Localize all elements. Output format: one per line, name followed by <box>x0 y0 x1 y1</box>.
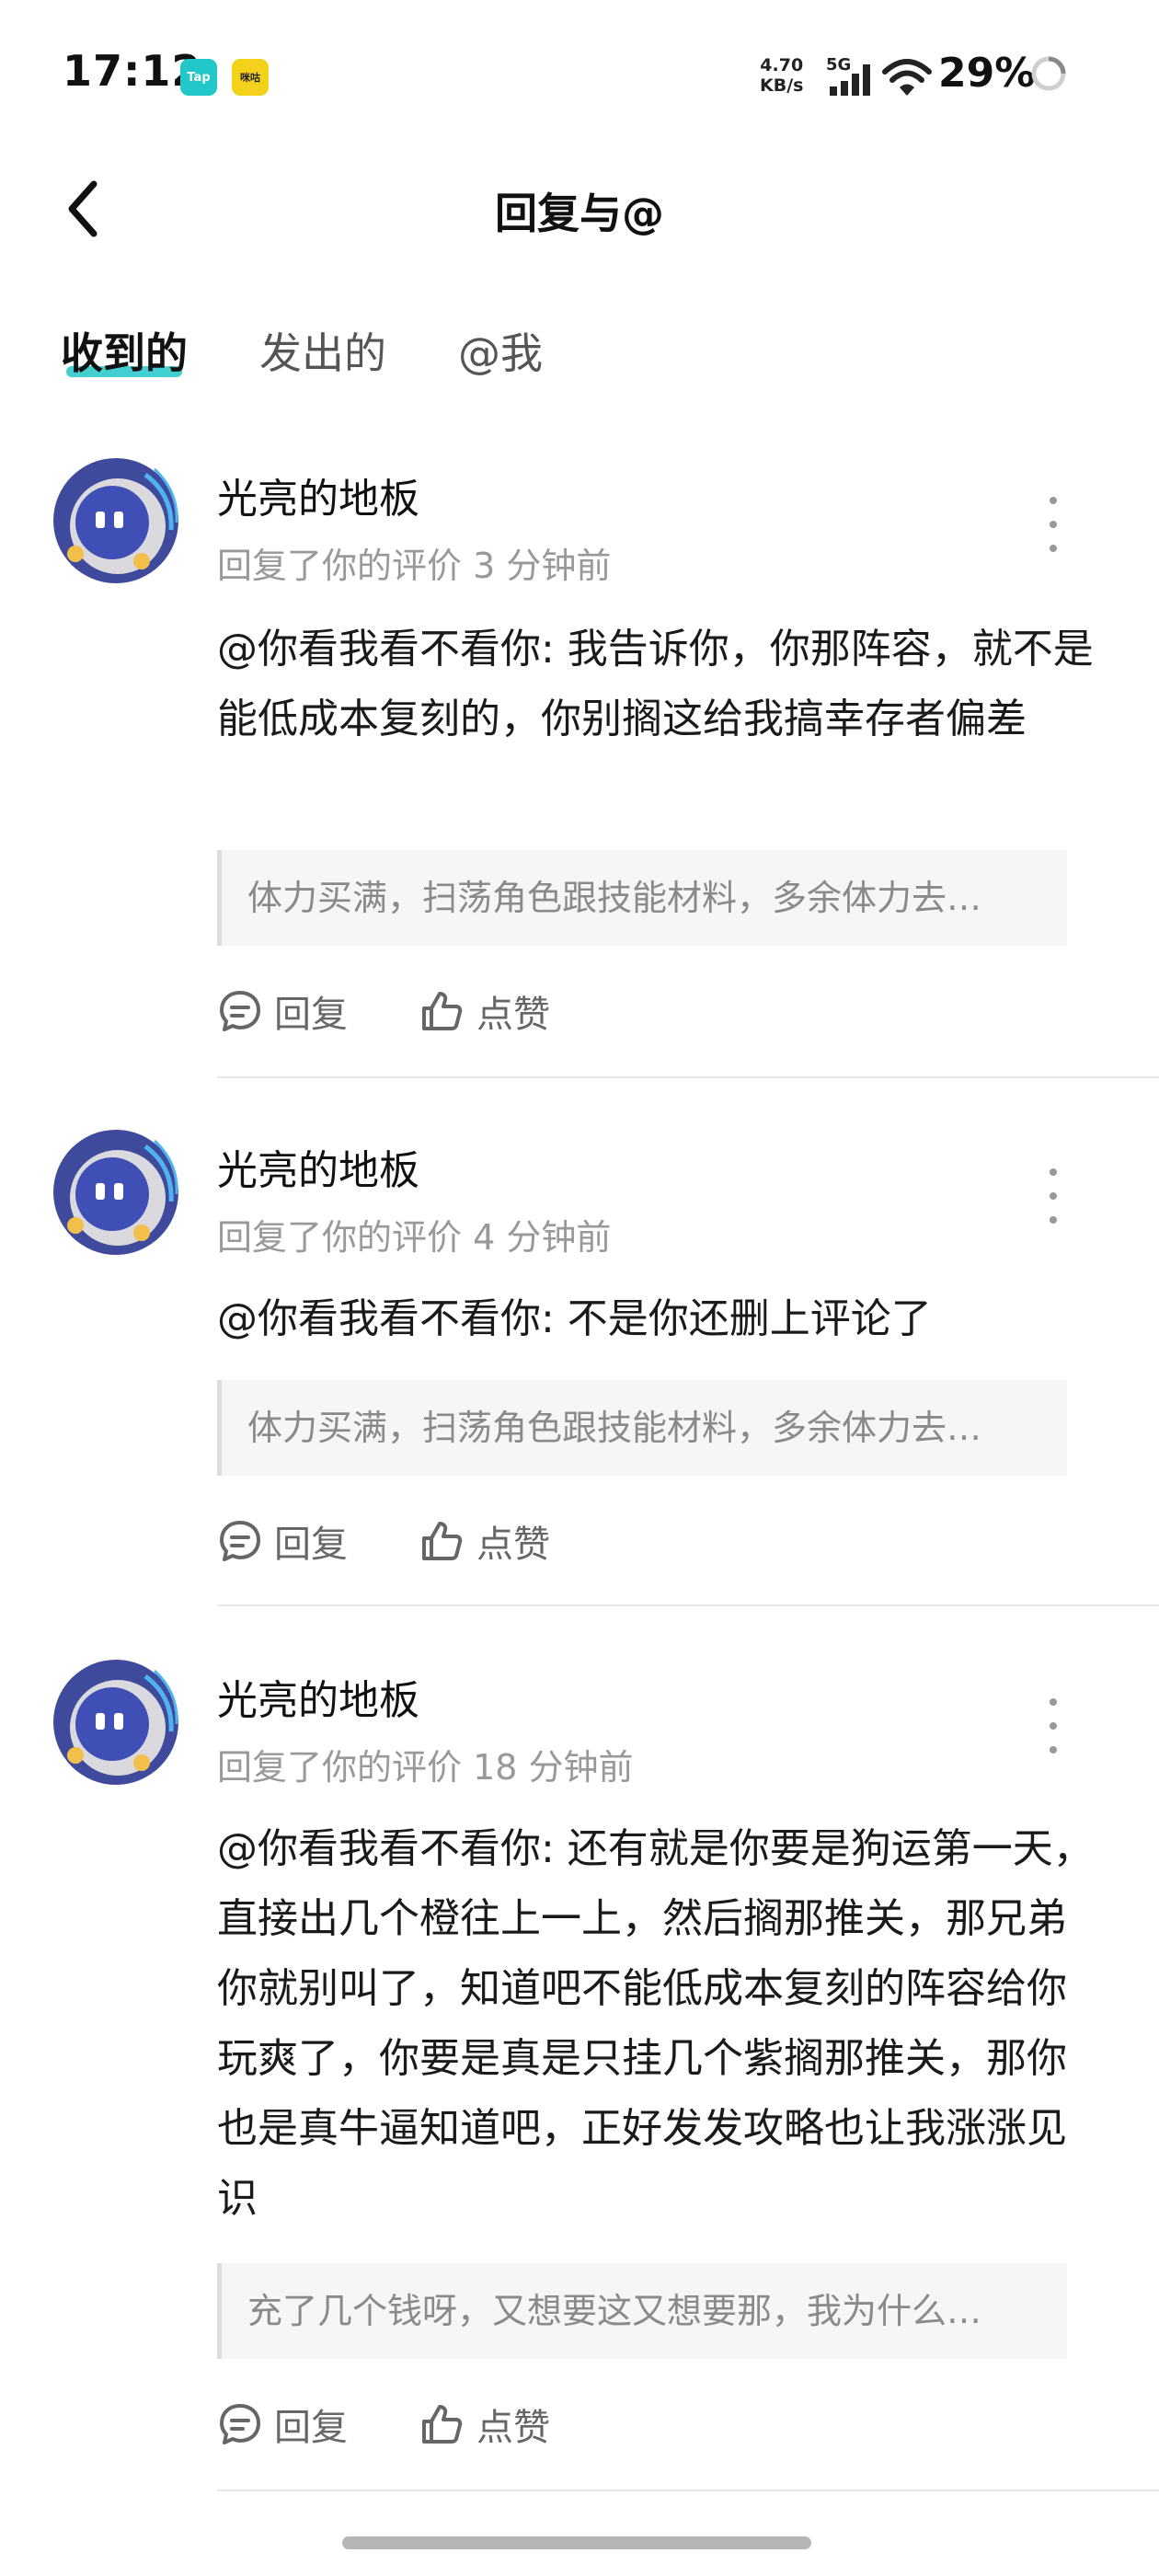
like-label: 点赞 <box>476 994 550 1036</box>
comment-icon <box>220 2404 260 2444</box>
tab-mentions[interactable]: @我 <box>458 320 543 381</box>
reply-button[interactable]: 回复 <box>217 2398 348 2451</box>
reply-label: 回复 <box>274 994 348 1036</box>
thumbs-up-icon <box>422 2405 463 2444</box>
thumbs-up-icon <box>422 992 463 1030</box>
comment-icon <box>220 991 260 1031</box>
reply-body[interactable]: @你看我看不看你: 不是你还删上评论了 <box>217 1284 1100 1354</box>
divider <box>217 2490 1159 2491</box>
like-button[interactable]: 点赞 <box>419 1514 550 1568</box>
reply-button[interactable]: 回复 <box>217 984 348 1038</box>
thumbs-up-icon <box>422 1522 463 1560</box>
migu-app-icon: 咪咕 <box>232 59 269 96</box>
reply-meta: 回复了你的评价 4 分钟前 <box>217 1217 612 1258</box>
more-options-icon[interactable] <box>1039 1698 1067 1754</box>
like-button[interactable]: 点赞 <box>419 984 550 1038</box>
reply-body[interactable]: @你看我看不看你: 我告诉你，你那阵容，就不是能低成本复刻的，你别搁这给我搞幸存… <box>217 615 1100 754</box>
net-speed-unit: KB/s <box>760 75 804 96</box>
reply-label: 回复 <box>274 2407 348 2449</box>
avatar[interactable] <box>53 458 178 583</box>
comment-icon <box>220 1521 260 1561</box>
avatar[interactable] <box>53 1130 178 1255</box>
net-speed: 4.70 KB/s <box>760 55 803 96</box>
more-options-icon[interactable] <box>1039 497 1067 552</box>
battery-percent: 29% <box>938 50 1036 97</box>
more-options-icon[interactable] <box>1039 1168 1067 1224</box>
reply-body[interactable]: @你看我看不看你: 还有就是你要是狗运第一天，直接出几个橙往上一上，然后搁那推关… <box>217 1814 1100 2234</box>
quoted-review[interactable]: 充了几个钱呀，又想要这又想要那，我为什么… <box>217 2263 1067 2359</box>
wifi-icon <box>881 55 933 99</box>
divider <box>217 1604 1159 1606</box>
reply-label: 回复 <box>274 1524 348 1566</box>
loading-ring-icon <box>1030 55 1067 92</box>
reply-meta: 回复了你的评价 18 分钟前 <box>217 1747 634 1788</box>
status-bar: 17:12 Tap 咪咕 4.70 KB/s 5G 29% <box>0 0 1159 129</box>
like-label: 点赞 <box>476 1524 550 1566</box>
reply-meta: 回复了你的评价 3 分钟前 <box>217 546 612 586</box>
reply-username[interactable]: 光亮的地板 <box>217 1667 419 1726</box>
net-speed-value: 4.70 <box>760 55 804 75</box>
quoted-review[interactable]: 体力买满，扫荡角色跟技能材料，多余体力去… <box>217 850 1067 946</box>
taptap-app-icon: Tap <box>180 59 217 96</box>
cellular-signal-icon: 5G <box>826 55 881 99</box>
divider <box>217 1076 1159 1078</box>
quoted-review[interactable]: 体力买满，扫荡角色跟技能材料，多余体力去… <box>217 1380 1067 1476</box>
reply-button[interactable]: 回复 <box>217 1514 348 1568</box>
tab-sent[interactable]: 发出的 <box>259 320 386 381</box>
reply-username[interactable]: 光亮的地板 <box>217 466 419 524</box>
tab-received[interactable]: 收到的 <box>61 320 188 381</box>
home-indicator[interactable] <box>342 2536 811 2549</box>
reply-username[interactable]: 光亮的地板 <box>217 1137 419 1196</box>
like-button[interactable]: 点赞 <box>419 2398 550 2451</box>
page-title: 回复与@ <box>495 189 664 238</box>
like-label: 点赞 <box>476 2407 550 2449</box>
avatar[interactable] <box>53 1660 178 1785</box>
